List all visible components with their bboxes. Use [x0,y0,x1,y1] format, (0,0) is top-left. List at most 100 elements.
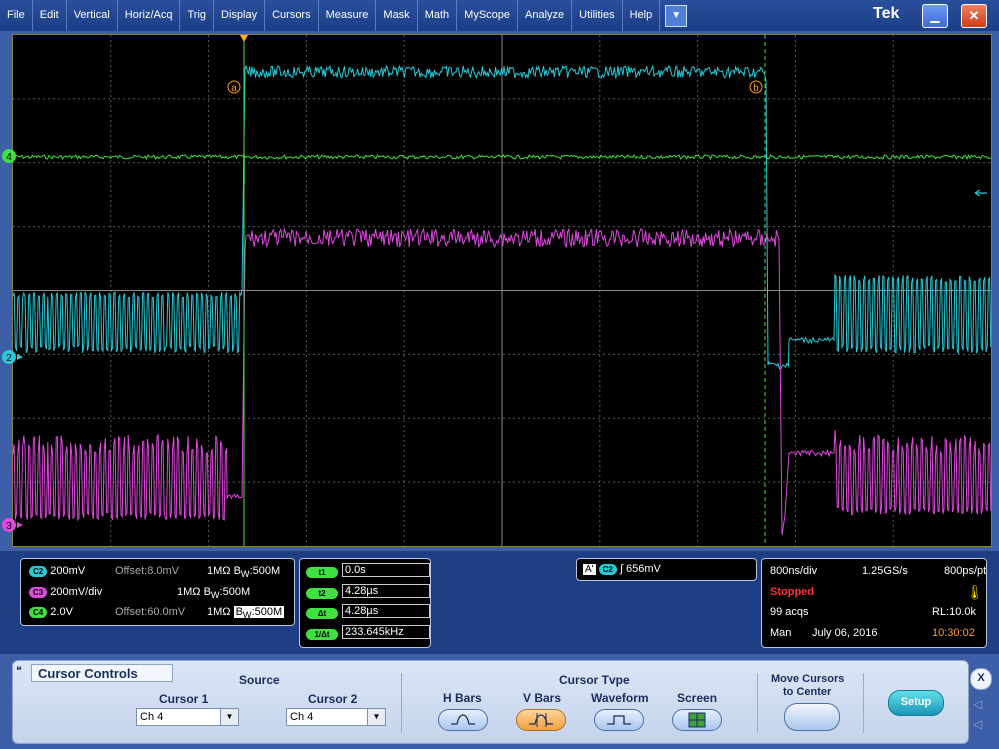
menu-display[interactable]: Display [214,0,266,31]
vbars-button[interactable] [516,709,566,731]
panel-prev-icon[interactable]: ◁ [973,697,982,711]
cursor-a-label[interactable]: a [227,80,241,94]
t1-value: 0.0s [342,563,430,577]
move-cursors-label-2: to Center [783,686,832,698]
source-label: Source [239,673,280,687]
hbars-button[interactable] [438,709,488,731]
panel-next-icon[interactable]: ◁ [973,717,982,731]
screen-icon [688,712,706,728]
inv-delta-t-badge: 1/Δt [306,629,338,640]
cursor-b-label[interactable]: b [749,80,763,94]
trigger-position-marker [240,35,248,42]
cursor-controls-title: Cursor Controls [31,664,173,682]
menu-vertical[interactable]: Vertical [67,0,118,31]
chevron-down-icon: ▼ [367,709,385,725]
ch2-impedance: 1MΩ [207,565,231,577]
divider [401,673,402,733]
trigger-source-a: A' [583,564,596,575]
horizontal-scale: 800ns/div [770,565,818,577]
cursor-readout[interactable]: t1 0.0s t2 4.28µs Δt 4.28µs 1/Δt 233.645… [299,558,431,648]
minimize-icon: ▁ [930,9,940,23]
menu-horiz-acq[interactable]: Horiz/Acq [118,0,181,31]
ch4-bandwidth: :500M [251,606,283,618]
screen-label: Screen [677,691,718,705]
svg-text:b: b [753,83,759,94]
record-length: RL:10.0k [932,606,977,618]
menu-mask[interactable]: Mask [376,0,418,31]
waveform-label: Waveform [591,691,649,705]
hbars-icon [451,714,475,725]
menu-myscope[interactable]: MyScope [457,0,519,31]
divider [757,673,758,733]
minimize-button[interactable]: ▁ [922,4,948,28]
ch4-offset: Offset:60.0mV [115,606,186,618]
ch3-impedance: 1MΩ [177,586,201,598]
cursor1-source-select[interactable]: Ch 4 ▼ [136,708,239,726]
sample-rate: 1.25GS/s [862,565,908,577]
ch4-impedance: 1MΩ [207,606,231,618]
cursor2-label: Cursor 2 [308,692,358,706]
menu-bar: File Edit Vertical Horiz/Acq Trig Displa… [0,0,999,31]
delta-t-value: 4.28µs [342,604,430,618]
close-window-button[interactable]: ✕ [961,4,987,28]
cursor2-source-select[interactable]: Ch 4 ▼ [286,708,386,726]
svg-text:a: a [231,83,237,94]
waveform-button[interactable] [594,709,644,731]
setup-button[interactable]: Setup [888,690,944,716]
trigger-level: 656mV [626,563,661,575]
waveform-display[interactable]: ab [12,34,992,547]
menu-edit[interactable]: Edit [33,0,67,31]
ch2-bandwidth: :500M [249,565,281,577]
inv-delta-t-value: 233.645kHz [342,625,430,639]
menu-trig[interactable]: Trig [180,0,215,31]
channel-readout[interactable]: C2 200mV Offset:8.0mV 1MΩ BW:500M C3 200… [20,558,295,626]
ch4-marker[interactable]: 4 [2,149,16,163]
cursor1-label: Cursor 1 [159,692,209,706]
acquisition-readout[interactable]: 800ns/div 1.25GS/s 800ps/pt Stopped 🌡 99… [761,558,987,648]
menu-analyze[interactable]: Analyze [518,0,573,31]
trigger-ch-badge: C2 [598,564,617,575]
ch4-badge: C4 [29,607,48,618]
close-panel-button[interactable]: X [970,668,992,690]
t1-badge: t1 [306,567,338,578]
menu-cursors[interactable]: Cursors [265,0,319,31]
move-cursors-to-center-button[interactable] [784,703,840,731]
cursor-type-label: Cursor Tvpe [559,673,630,687]
trigger-level-arrow [974,189,987,197]
svg-text:4: 4 [6,152,12,163]
waveform-icon [607,715,631,725]
ch2-marker[interactable]: 2 [2,350,23,364]
channel-markers: 4 2 3 [2,149,23,532]
acq-count: 99 acqs [770,606,809,618]
svg-text:2: 2 [6,353,12,364]
trigger-readout[interactable]: A' C2 ∫ 656mV [576,558,757,581]
screen-button[interactable] [672,709,722,731]
resolution: 800ps/pt [944,565,987,577]
menu-math[interactable]: Math [418,0,458,31]
ch2-badge: C2 [29,566,48,577]
menu-dropdown-icon[interactable]: ▼ [665,4,688,27]
svg-text:3: 3 [6,521,12,532]
waveform-canvas: ab [13,35,991,546]
chevron-down-icon: ▼ [220,709,238,725]
ch3-scale: 200mV/div [50,586,103,598]
menu-measure[interactable]: Measure [319,0,377,31]
vbars-label: V Bars [523,691,562,705]
t2-value: 4.28µs [342,584,430,598]
cursor-controls-panel: ❝ Cursor Controls Source Cursor 1 Cursor… [12,660,969,744]
ch3-marker[interactable]: 3 [2,518,23,532]
t2-badge: t2 [306,588,338,599]
acq-time: 10:30:02 [932,627,975,639]
move-cursors-label: Move Cursors [771,673,845,685]
ch2-offset: Offset:8.0mV [115,565,179,577]
ch2-scale: 200mV [50,565,86,577]
rising-edge-icon: ∫ [619,563,623,575]
menu-utilities[interactable]: Utilities [572,0,623,31]
menu-file[interactable]: File [0,0,33,31]
acq-mode: Man [770,627,792,639]
close-icon: ✕ [968,8,980,23]
menu-help[interactable]: Help [623,0,661,31]
acq-status: Stopped [770,586,814,598]
panel-grip-icon[interactable]: ❝ [16,664,22,677]
divider [863,673,864,733]
